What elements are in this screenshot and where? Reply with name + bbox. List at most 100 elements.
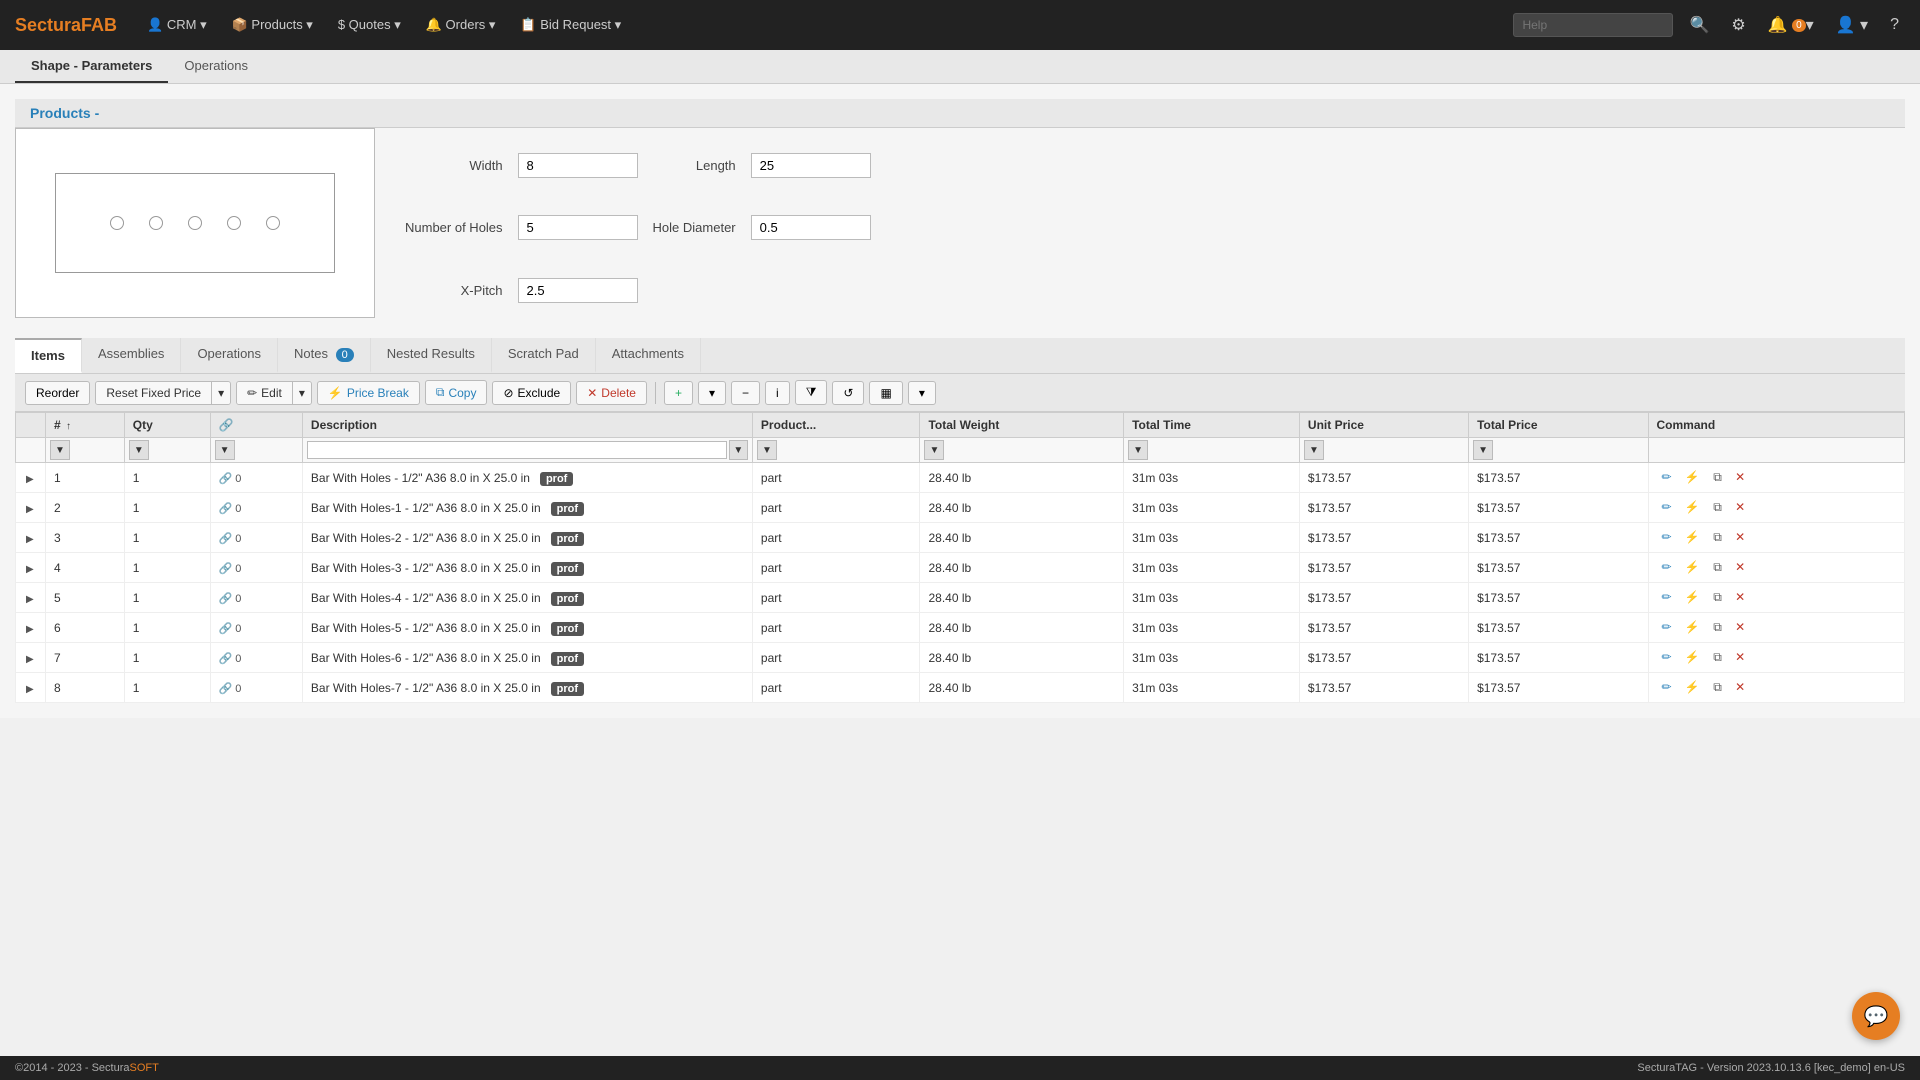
copy-button[interactable]: ⧉ Copy [425,380,488,405]
row-copy-button[interactable]: ⧉ [1708,498,1727,517]
col-qty[interactable]: Qty [124,413,210,438]
row-expand[interactable]: ▶ [16,613,46,643]
row-copy-button[interactable]: ⧉ [1708,648,1727,667]
row-expand[interactable]: ▶ [16,553,46,583]
settings-icon[interactable]: ⚙ [1725,11,1751,39]
info-button[interactable]: i [765,381,790,405]
expand-icon[interactable]: ▶ [24,652,36,667]
row-edit-button[interactable]: ✏ [1657,588,1677,606]
col-unit-price[interactable]: Unit Price [1299,413,1468,438]
row-edit-button[interactable]: ✏ [1657,498,1677,516]
row-edit-button[interactable]: ✏ [1657,558,1677,576]
nav-products[interactable]: 📦 Products ▾ [222,11,323,39]
price-break-button[interactable]: ⚡ Price Break [317,381,420,405]
tab-nested-results[interactable]: Nested Results [371,338,492,373]
filter-button[interactable]: ⧩ [795,380,828,405]
row-copy-button[interactable]: ⧉ [1708,528,1727,547]
tab-assemblies[interactable]: Assemblies [82,338,181,373]
row-delete-button[interactable]: ✕ [1730,558,1750,576]
user-icon[interactable]: 👤 ▾ [1830,11,1874,39]
notification-icon[interactable]: 🔔 0▾ [1762,11,1820,39]
nav-orders[interactable]: 🔔 Orders ▾ [416,11,506,39]
nav-crm[interactable]: 👤 CRM ▾ [137,11,217,39]
filter-time-icon[interactable]: ▼ [1128,440,1148,460]
row-edit-button[interactable]: ✏ [1657,528,1677,546]
row-lightning-button[interactable]: ⚡ [1680,648,1705,666]
help-input[interactable] [1513,13,1673,37]
grid-button[interactable]: ▦ [869,381,902,405]
filter-total-price-icon[interactable]: ▼ [1473,440,1493,460]
refresh-button[interactable]: ↺ [832,381,864,405]
row-copy-button[interactable]: ⧉ [1708,618,1727,637]
reorder-button[interactable]: Reorder [25,381,90,405]
brand-logo[interactable]: SecturaFAB [15,15,117,36]
row-lightning-button[interactable]: ⚡ [1680,498,1705,516]
row-lightning-button[interactable]: ⚡ [1680,588,1705,606]
row-delete-button[interactable]: ✕ [1730,468,1750,486]
col-links[interactable]: 🔗 [210,413,302,438]
add-dropdown-button[interactable]: ▾ [698,381,726,405]
filter-unit-price-icon[interactable]: ▼ [1304,440,1324,460]
nav-quotes[interactable]: $ Quotes ▾ [328,11,411,39]
tab-items[interactable]: Items [15,338,82,373]
filter-qty-icon[interactable]: ▼ [129,440,149,460]
row-lightning-button[interactable]: ⚡ [1680,528,1705,546]
length-input[interactable] [751,153,871,178]
description-filter-icon[interactable]: ▼ [729,440,748,460]
add-button[interactable]: + [664,381,693,405]
col-product[interactable]: Product... [752,413,920,438]
nav-bid-request[interactable]: 📋 Bid Request ▾ [510,11,631,39]
row-expand[interactable]: ▶ [16,523,46,553]
row-lightning-button[interactable]: ⚡ [1680,468,1705,486]
expand-icon[interactable]: ▶ [24,622,36,637]
description-filter-input[interactable] [307,441,727,459]
reset-fixed-price-dropdown[interactable]: ▾ [212,382,230,404]
row-delete-button[interactable]: ✕ [1730,588,1750,606]
row-edit-button[interactable]: ✏ [1657,678,1677,696]
delete-button[interactable]: ✕ Delete [576,381,647,405]
row-edit-button[interactable]: ✏ [1657,618,1677,636]
col-total-weight[interactable]: Total Weight [920,413,1124,438]
row-lightning-button[interactable]: ⚡ [1680,558,1705,576]
row-copy-button[interactable]: ⧉ [1708,678,1727,697]
sub-tab-operations[interactable]: Operations [168,50,264,83]
row-delete-button[interactable]: ✕ [1730,678,1750,696]
expand-icon[interactable]: ▶ [24,532,36,547]
row-expand[interactable]: ▶ [16,463,46,493]
filter-num-icon[interactable]: ▼ [50,440,70,460]
row-copy-button[interactable]: ⧉ [1708,468,1727,487]
row-lightning-button[interactable]: ⚡ [1680,618,1705,636]
exclude-button[interactable]: ⊘ Exclude [492,381,571,405]
edit-dropdown[interactable]: ▾ [293,382,311,404]
row-copy-button[interactable]: ⧉ [1708,558,1727,577]
row-delete-button[interactable]: ✕ [1730,528,1750,546]
col-num[interactable]: # ↑ [46,413,125,438]
row-expand[interactable]: ▶ [16,583,46,613]
filter-links-icon[interactable]: ▼ [215,440,235,460]
row-delete-button[interactable]: ✕ [1730,498,1750,516]
holes-input[interactable] [518,215,638,240]
row-expand[interactable]: ▶ [16,673,46,703]
row-expand[interactable]: ▶ [16,643,46,673]
grid-dropdown-button[interactable]: ▾ [908,381,936,405]
chat-button[interactable]: 💬 [1852,992,1900,1040]
row-edit-button[interactable]: ✏ [1657,468,1677,486]
xpitch-input[interactable] [518,278,638,303]
row-delete-button[interactable]: ✕ [1730,618,1750,636]
row-lightning-button[interactable]: ⚡ [1680,678,1705,696]
help-icon[interactable]: ? [1884,12,1905,38]
expand-icon[interactable]: ▶ [24,592,36,607]
filter-product-icon[interactable]: ▼ [757,440,777,460]
expand-icon[interactable]: ▶ [24,682,36,697]
col-description[interactable]: Description [302,413,752,438]
row-expand[interactable]: ▶ [16,493,46,523]
filter-weight-icon[interactable]: ▼ [924,440,944,460]
col-total-price[interactable]: Total Price [1469,413,1648,438]
expand-icon[interactable]: ▶ [24,502,36,517]
tab-notes[interactable]: Notes 0 [278,338,371,373]
tab-attachments[interactable]: Attachments [596,338,701,373]
row-delete-button[interactable]: ✕ [1730,648,1750,666]
width-input[interactable] [518,153,638,178]
row-edit-button[interactable]: ✏ [1657,648,1677,666]
hole-diameter-input[interactable] [751,215,871,240]
